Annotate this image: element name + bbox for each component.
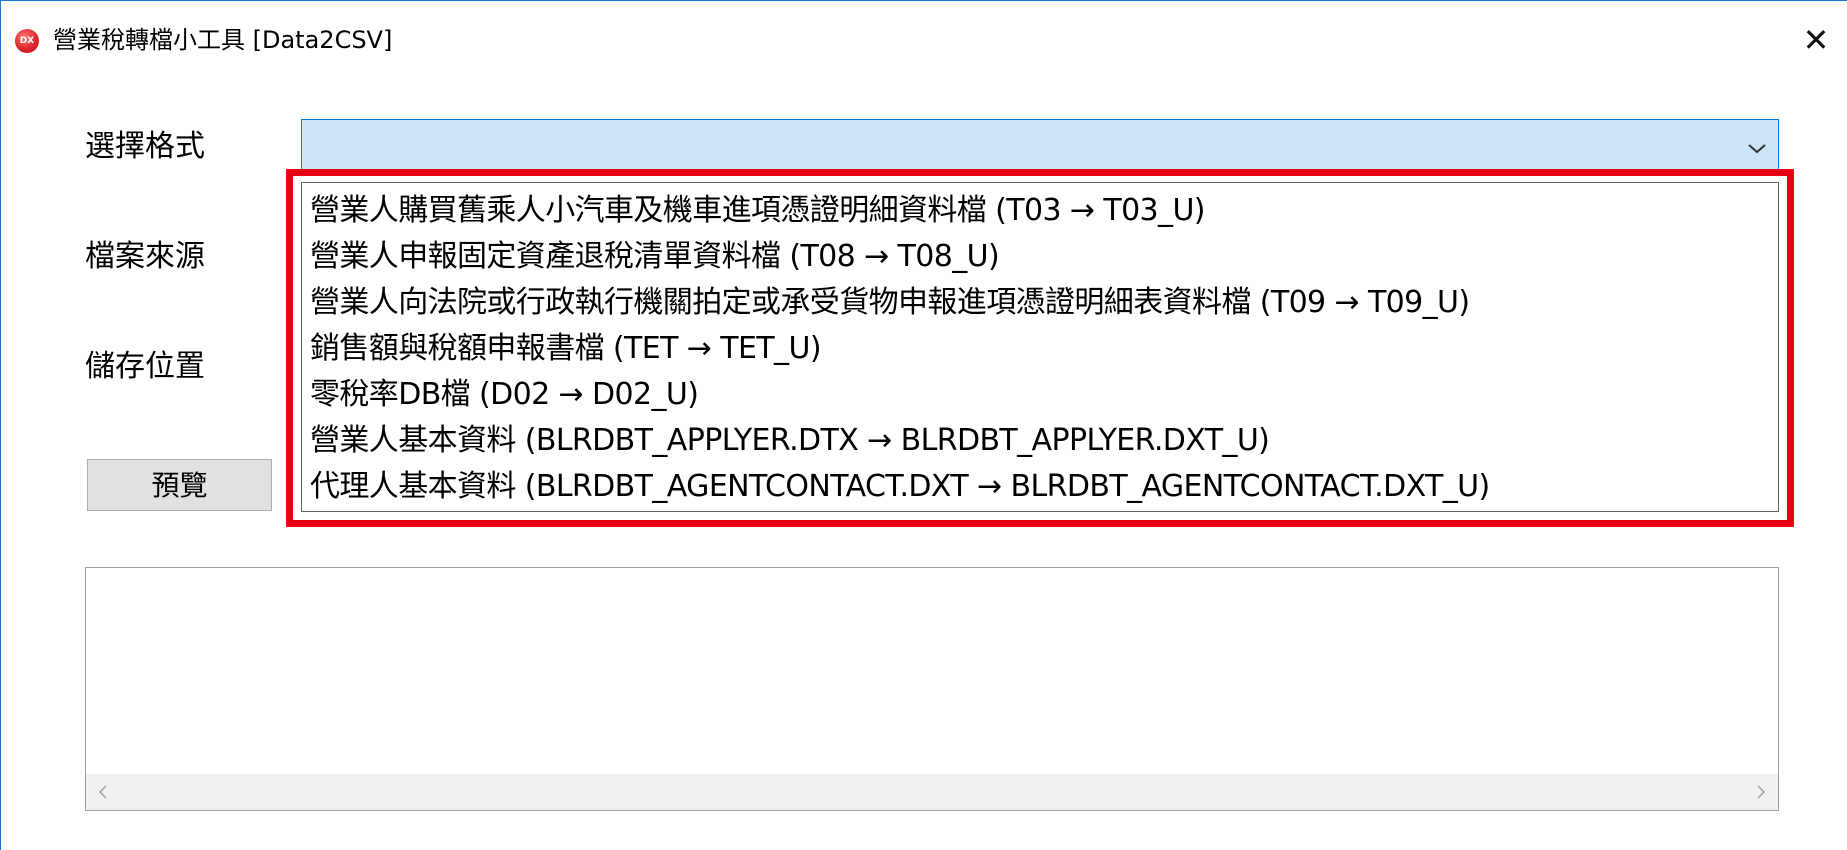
format-select[interactable]	[301, 119, 1779, 174]
dropdown-option-agentcontact[interactable]: 代理人基本資料 (BLRDBT_AGENTCONTACT.DXT → BLRDB…	[310, 467, 1490, 507]
title-bar: DX 營業稅轉檔小工具 [Data2CSV] ✕	[1, 1, 1847, 77]
close-button[interactable]: ✕	[1791, 15, 1841, 65]
app-window: DX 營業稅轉檔小工具 [Data2CSV] ✕ 選擇格式 檔案來源 儲存位置 …	[0, 0, 1847, 850]
scroll-left-icon[interactable]	[96, 784, 110, 800]
dropdown-option-tet[interactable]: 銷售額與稅額申報書檔 (TET → TET_U)	[310, 329, 822, 369]
source-label: 檔案來源	[85, 239, 205, 274]
save-location-label: 儲存位置	[85, 349, 205, 384]
dropdown-option-d02[interactable]: 零稅率DB檔 (D02 → D02_U)	[310, 375, 699, 415]
horizontal-scrollbar[interactable]	[86, 774, 1778, 810]
dropdown-option-t09[interactable]: 營業人向法院或行政執行機關拍定或承受貨物申報進項憑證明細表資料檔 (T09 → …	[310, 283, 1470, 323]
chevron-down-icon[interactable]	[1746, 140, 1768, 156]
preview-button[interactable]: 預覽	[87, 459, 272, 511]
format-dropdown-list[interactable]: 營業人購買舊乘人小汽車及機車進項憑證明細資料檔 (T03 → T03_U) 營業…	[301, 182, 1779, 512]
format-label: 選擇格式	[85, 129, 205, 164]
output-text-area[interactable]	[85, 567, 1779, 811]
window-title: 營業稅轉檔小工具 [Data2CSV]	[53, 26, 393, 54]
dropdown-option-applyer[interactable]: 營業人基本資料 (BLRDBT_APPLYER.DTX → BLRDBT_APP…	[310, 421, 1270, 461]
dropdown-option-t08[interactable]: 營業人申報固定資產退稅清單資料檔 (T08 → T08_U)	[310, 237, 1000, 277]
app-logo-icon: DX	[15, 29, 39, 53]
dropdown-option-t03[interactable]: 營業人購買舊乘人小汽車及機車進項憑證明細資料檔 (T03 → T03_U)	[310, 191, 1206, 231]
scroll-right-icon[interactable]	[1754, 784, 1768, 800]
